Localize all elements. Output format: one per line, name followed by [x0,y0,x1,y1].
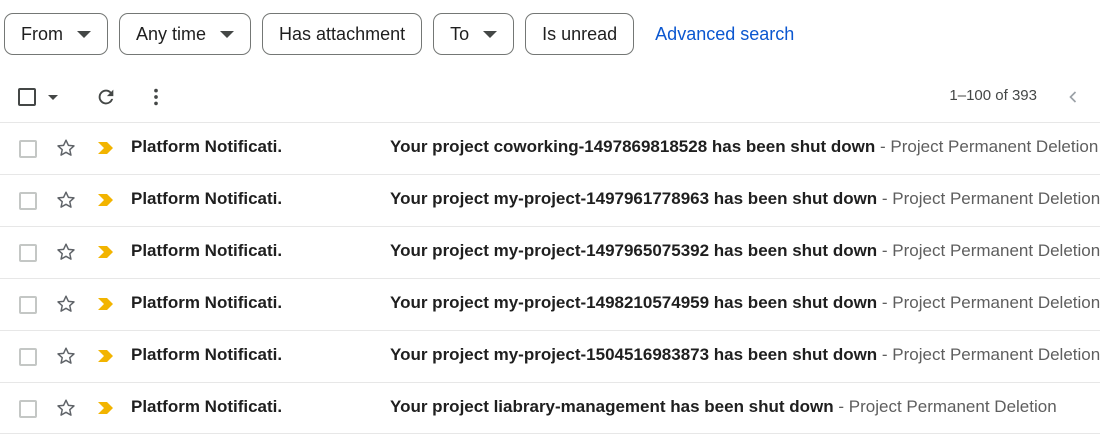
email-content: Your project my-project-1498210574959 ha… [390,293,1100,313]
email-sender: Platform Notificati. [131,189,283,208]
email-sender: Platform Notificati. [131,241,283,260]
email-row[interactable]: Platform Notificati. Your project cowork… [0,122,1100,174]
email-sender: Platform Notificati. [131,137,283,156]
star-icon[interactable] [55,397,77,419]
email-sender: Platform Notificati. [131,345,283,364]
email-snippet: - Project Permanent Deletion [877,189,1100,208]
filter-chip-any-time[interactable]: Any time [119,13,252,55]
important-marker-icon[interactable] [97,245,114,259]
chevron-down-icon[interactable] [48,95,58,100]
star-icon[interactable] [55,293,77,315]
caret-down-icon [77,30,91,38]
email-snippet: - Project Permanent Deletion [877,345,1100,364]
email-sender: Platform Notificati. [131,293,283,312]
star-icon[interactable] [55,189,77,211]
filter-chip-label: Is unread [542,23,618,44]
row-checkbox[interactable] [19,296,37,314]
important-marker-icon[interactable] [97,193,114,207]
email-snippet: - Project Permanent Deletion [877,293,1100,312]
email-row[interactable]: Platform Notificati. Your project my-pro… [0,278,1100,330]
email-subject: Your project my-project-1504516983873 ha… [390,345,878,364]
important-marker-icon[interactable] [97,141,114,155]
filter-chip-label: Has attachment [279,23,406,44]
pagination-range: 1–100 of 393 [949,87,1037,104]
row-checkbox[interactable] [19,348,37,366]
email-snippet: - Project Permanent Deletion [875,137,1099,156]
filter-chip-has-attachment[interactable]: Has attachment [262,13,423,55]
filter-chip-to[interactable]: To [433,13,515,55]
email-row[interactable]: Platform Notificati. Your project my-pro… [0,226,1100,278]
email-snippet: - Project Permanent Deletion [877,241,1100,260]
email-content: Your project liabrary-management has bee… [390,397,1057,417]
email-row[interactable]: Platform Notificati. Your project my-pro… [0,330,1100,382]
mail-list-toolbar: 1–100 of 393 [0,75,1100,117]
row-checkbox[interactable] [19,192,37,210]
row-checkbox[interactable] [19,244,37,262]
star-icon[interactable] [55,345,77,367]
star-icon[interactable] [55,241,77,263]
email-list: Platform Notificati. Your project cowork… [0,122,1100,434]
filter-chip-label: From [21,23,63,44]
important-marker-icon[interactable] [97,401,114,415]
email-snippet: - Project Permanent Deletion [833,397,1057,416]
email-sender: Platform Notificati. [131,397,283,416]
email-row[interactable]: Platform Notificati. Your project my-pro… [0,174,1100,226]
chevron-left-icon[interactable] [1063,87,1083,107]
caret-down-icon [220,30,235,38]
search-filter-bar: From Any time Has attachment To Is unrea… [4,13,794,55]
email-subject: Your project my-project-1497965075392 ha… [390,241,878,260]
email-subject: Your project liabrary-management has bee… [390,397,834,416]
email-row[interactable]: Platform Notificati. Your project liabra… [0,382,1100,434]
select-all-checkbox[interactable] [18,88,36,106]
more-vert-icon[interactable] [145,86,167,108]
email-subject: Your project coworking-1497869818528 has… [390,137,876,156]
filter-chip-label: To [450,23,470,44]
important-marker-icon[interactable] [97,297,114,311]
filter-chip-is-unread[interactable]: Is unread [525,13,635,55]
email-content: Your project my-project-1504516983873 ha… [390,345,1100,365]
important-marker-icon[interactable] [97,349,114,363]
row-checkbox[interactable] [19,140,37,158]
filter-chip-from[interactable]: From [4,13,108,55]
advanced-search-link[interactable]: Advanced search [655,24,794,45]
email-subject: Your project my-project-1498210574959 ha… [390,293,878,312]
email-content: Your project coworking-1497869818528 has… [390,137,1098,157]
row-checkbox[interactable] [19,400,37,418]
filter-chip-label: Any time [136,23,207,44]
refresh-icon[interactable] [95,86,117,108]
caret-down-icon [483,30,498,38]
email-content: Your project my-project-1497961778963 ha… [390,189,1100,209]
email-subject: Your project my-project-1497961778963 ha… [390,189,878,208]
email-content: Your project my-project-1497965075392 ha… [390,241,1100,261]
star-icon[interactable] [55,137,77,159]
